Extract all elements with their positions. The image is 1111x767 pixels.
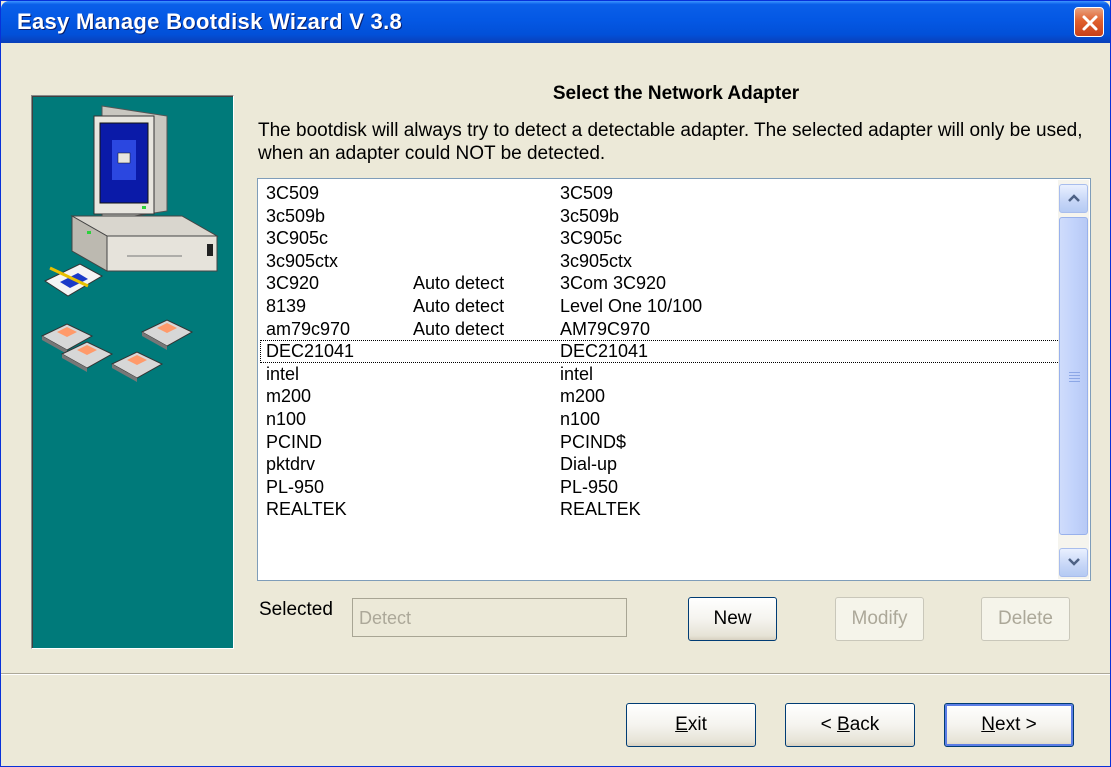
floppy-disk-icon (40, 319, 194, 382)
page-description: The bootdisk will always try to detect a… (258, 120, 1083, 164)
thumb-grip (1069, 372, 1080, 373)
adapter-description: 3C509 (560, 183, 614, 203)
scroll-thumb[interactable] (1059, 217, 1088, 535)
adapter-name: intel (266, 363, 300, 384)
adapter-description: Dial-up (560, 454, 618, 475)
modify-button[interactable]: Modify (835, 597, 924, 641)
list-item[interactable]: 3C920 Auto detect 3Com 3C920 (260, 272, 1060, 295)
adapter-description: Level One 10/100 (560, 295, 703, 316)
adapter-description: DEC21041 (560, 341, 649, 362)
adapter-name: 3c509b (266, 205, 326, 226)
adapter-description: 3c905ctx (560, 250, 633, 271)
adapter-name: 3C920 (266, 273, 320, 294)
adapter-name: PCIND (266, 431, 323, 452)
adapter-description: n100 (560, 408, 601, 429)
window-title: Easy Manage Bootdisk Wizard V 3.8 (17, 9, 403, 34)
list-item[interactable]: REALTEK REALTEK (260, 498, 1060, 521)
exit-accelerator: E (675, 714, 688, 735)
next-label: ext > (995, 714, 1037, 735)
list-item[interactable]: 3c509b 3c509b (260, 205, 1060, 228)
exit-button[interactable]: Exit (626, 703, 756, 747)
adapter-description: 3C905c (560, 228, 623, 249)
adapter-description: 3c509b (560, 205, 620, 226)
adapter-description: AM79C970 (560, 318, 651, 339)
delete-button[interactable]: Delete (981, 597, 1070, 641)
back-label: ack (849, 714, 880, 735)
thumb-grip (1069, 375, 1080, 376)
adapter-detect: Auto detect (413, 273, 505, 294)
list-item[interactable]: 3C905c 3C905c (260, 227, 1060, 250)
modify-button-label: Modify (851, 608, 908, 629)
vertical-scrollbar[interactable] (1058, 180, 1089, 579)
list-item[interactable]: pktdrv Dial-up (260, 453, 1060, 476)
adapter-name: DEC21041 (266, 341, 355, 362)
back-prefix: < (820, 714, 838, 735)
adapter-name: 3c905ctx (266, 250, 339, 271)
selected-value: Detect (359, 608, 412, 628)
thumb-grip (1069, 378, 1080, 379)
back-accelerator: B (837, 714, 850, 735)
list-item[interactable]: DEC21041 DEC21041 (260, 340, 1060, 363)
adapter-name: m200 (266, 386, 312, 407)
list-item[interactable]: 3C509 3C509 (260, 182, 1060, 205)
adapter-name: am79c970 (266, 318, 351, 339)
adapter-description: PL-950 (560, 476, 619, 497)
new-button[interactable]: New (688, 597, 777, 641)
title-bar: Easy Manage Bootdisk Wizard V 3.8 (1, 1, 1110, 43)
list-item[interactable]: intel intel (260, 363, 1060, 386)
wizard-artwork (31, 95, 234, 649)
close-icon (1082, 15, 1098, 31)
new-button-label: New (713, 608, 752, 629)
list-item[interactable]: PL-950 PL-950 (260, 476, 1060, 499)
adapter-listbox[interactable]: 3C509 3C509 3c509b 3c509b 3C905c 3C905c 3c905c… (257, 178, 1091, 581)
adapter-name: n100 (266, 408, 307, 429)
adapter-name: PL-950 (266, 476, 325, 497)
list-item[interactable]: PCIND PCIND$ (260, 431, 1060, 454)
selected-field: Detect (352, 598, 627, 637)
next-accelerator: N (981, 714, 995, 735)
list-item[interactable]: 3c905ctx 3c905ctx (260, 250, 1060, 273)
adapter-name: 3C509 (266, 183, 320, 203)
list-item[interactable]: m200 m200 (260, 385, 1060, 408)
scroll-up-button[interactable] (1059, 184, 1088, 213)
close-button[interactable] (1074, 7, 1104, 37)
adapter-description: REALTEK (560, 499, 641, 520)
adapter-detect: Auto detect (413, 318, 505, 339)
adapter-description: PCIND$ (560, 431, 627, 452)
adapter-description: 3Com 3C920 (560, 273, 667, 294)
adapter-name: REALTEK (266, 499, 347, 520)
adapter-name: pktdrv (266, 454, 316, 475)
back-button[interactable]: < Back (785, 703, 915, 747)
thumb-grip (1069, 381, 1080, 382)
adapter-description: m200 (560, 386, 606, 407)
list-item[interactable]: am79c970 Auto detect AM79C970 (260, 318, 1060, 341)
wizard-window: Easy Manage Bootdisk Wizard V 3.8 Select… (0, 0, 1111, 767)
selected-label: Selected (259, 599, 333, 620)
scroll-down-button[interactable] (1059, 548, 1088, 577)
list-item[interactable]: n100 n100 (260, 408, 1060, 431)
adapter-detect: Auto detect (413, 295, 505, 316)
delete-button-label: Delete (998, 608, 1053, 629)
list-item[interactable]: 8139 Auto detect Level One 10/100 (260, 295, 1060, 318)
footer-separator-highlight (1, 674, 1110, 675)
exit-label: xit (687, 714, 707, 735)
next-button[interactable]: Next > (944, 703, 1074, 747)
adapter-name: 3C905c (266, 228, 329, 249)
scroll-up-icon (1068, 194, 1080, 202)
page-heading: Select the Network Adapter (552, 83, 800, 104)
adapter-name: 8139 (266, 295, 307, 316)
adapter-list: 3C509 3C509 3c509b 3c509b 3C905c 3C905c 3c905c… (260, 182, 1060, 521)
scroll-down-icon (1068, 558, 1080, 566)
adapter-description: intel (560, 363, 594, 384)
